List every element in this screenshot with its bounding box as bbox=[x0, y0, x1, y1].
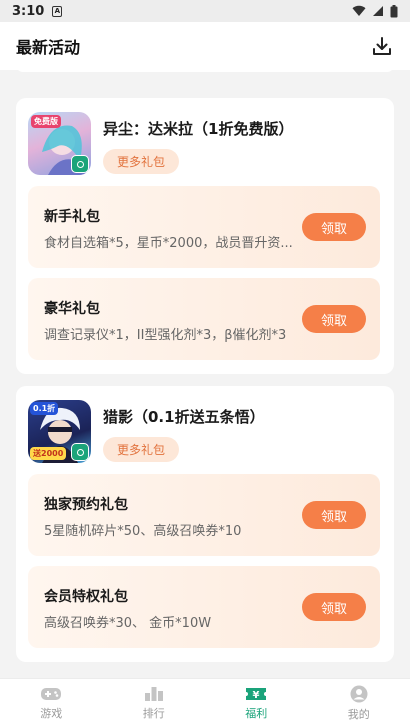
svg-text:¥: ¥ bbox=[253, 690, 260, 701]
more-gifts-button[interactable]: 更多礼包 bbox=[103, 437, 179, 462]
bottom-nav: 游戏 排行 ¥ 福利 我的 bbox=[0, 678, 410, 728]
gift-name: 独家预约礼包 bbox=[44, 497, 128, 513]
game-icon[interactable]: 免费版 bbox=[28, 112, 91, 175]
gift-item: 新手礼包 食材自选箱*5，星币*2000，战员晋升资... 领取 bbox=[28, 186, 380, 268]
game-title: 猎影（0.1折送五条悟） bbox=[103, 408, 265, 426]
more-gifts-button[interactable]: 更多礼包 bbox=[103, 149, 179, 174]
gift-name: 新手礼包 bbox=[44, 209, 100, 225]
claim-button[interactable]: 领取 bbox=[302, 593, 366, 621]
game-badge-icon bbox=[71, 155, 89, 173]
claim-button[interactable]: 领取 bbox=[302, 305, 366, 333]
gift-description: 食材自选箱*5，星币*2000，战员晋升资... bbox=[44, 236, 293, 251]
game-info: 猎影（0.1折送五条悟） 更多礼包 bbox=[103, 400, 265, 462]
status-indicators bbox=[352, 4, 398, 18]
tab-games[interactable]: 游戏 bbox=[0, 679, 103, 728]
profile-icon bbox=[350, 685, 368, 703]
tab-welfare[interactable]: ¥ 福利 bbox=[205, 679, 308, 728]
battery-icon bbox=[390, 4, 398, 17]
app-header: 最新活动 bbox=[0, 22, 410, 70]
gift-item: 豪华礼包 调查记录仪*1，II型强化剂*3，β催化剂*3 领取 bbox=[28, 278, 380, 360]
game-header: 0.1折 送2000 猎影（0.1折送五条悟） 更多礼包 bbox=[28, 400, 265, 463]
gift-description: 高级召唤券*30、 金币*10W bbox=[44, 616, 212, 631]
gamepad-icon bbox=[41, 688, 62, 700]
wifi-icon bbox=[352, 5, 366, 17]
gift-item: 独家预约礼包 5星随机碎片*50、高级召唤券*10 领取 bbox=[28, 474, 380, 556]
tab-label: 我的 bbox=[347, 708, 370, 721]
activity-list[interactable]: 免费版 异尘：达米拉（1折免费版） 更多礼包 新手礼包 食材自选箱*5，星币*2… bbox=[0, 70, 410, 678]
tab-profile[interactable]: 我的 bbox=[308, 679, 410, 728]
tab-label: 游戏 bbox=[40, 707, 63, 720]
download-icon bbox=[373, 37, 391, 55]
gift-description: 5星随机碎片*50、高级召唤券*10 bbox=[44, 524, 242, 539]
game-card: 0.1折 送2000 猎影（0.1折送五条悟） 更多礼包 独家预约礼包 5星随机… bbox=[16, 386, 394, 662]
icon-tag-top: 0.1折 bbox=[30, 402, 59, 415]
game-title: 异尘：达米拉（1折免费版） bbox=[103, 120, 294, 138]
previous-card-edge bbox=[16, 70, 394, 72]
game-card: 免费版 异尘：达米拉（1折免费版） 更多礼包 新手礼包 食材自选箱*5，星币*2… bbox=[16, 98, 394, 374]
game-header: 免费版 异尘：达米拉（1折免费版） 更多礼包 bbox=[28, 112, 293, 175]
ranking-icon bbox=[144, 687, 163, 701]
claim-button[interactable]: 领取 bbox=[302, 213, 366, 241]
icon-tag: 免费版 bbox=[31, 115, 61, 128]
tab-label: 排行 bbox=[142, 707, 165, 720]
gift-item: 会员特权礼包 高级召唤券*30、 金币*10W 领取 bbox=[28, 566, 380, 648]
status-time: 3:10 bbox=[12, 3, 45, 19]
page-title: 最新活动 bbox=[16, 38, 81, 57]
tab-label: 福利 bbox=[245, 707, 268, 720]
gift-name: 豪华礼包 bbox=[44, 301, 100, 317]
game-badge-icon bbox=[71, 443, 89, 461]
game-icon[interactable]: 0.1折 送2000 bbox=[28, 400, 91, 463]
game-info: 异尘：达米拉（1折免费版） 更多礼包 bbox=[103, 112, 293, 174]
status-bar: 3:10 A bbox=[0, 0, 410, 22]
gift-description: 调查记录仪*1，II型强化剂*3，β催化剂*3 bbox=[44, 328, 287, 343]
download-button[interactable] bbox=[370, 34, 394, 58]
sim-icon: A bbox=[52, 5, 63, 17]
icon-tag-bottom: 送2000 bbox=[30, 447, 67, 460]
claim-button[interactable]: 领取 bbox=[302, 501, 366, 529]
signal-icon bbox=[373, 6, 383, 16]
welfare-ticket-icon: ¥ bbox=[246, 688, 267, 701]
tab-ranking[interactable]: 排行 bbox=[103, 679, 206, 728]
gift-name: 会员特权礼包 bbox=[44, 589, 128, 605]
